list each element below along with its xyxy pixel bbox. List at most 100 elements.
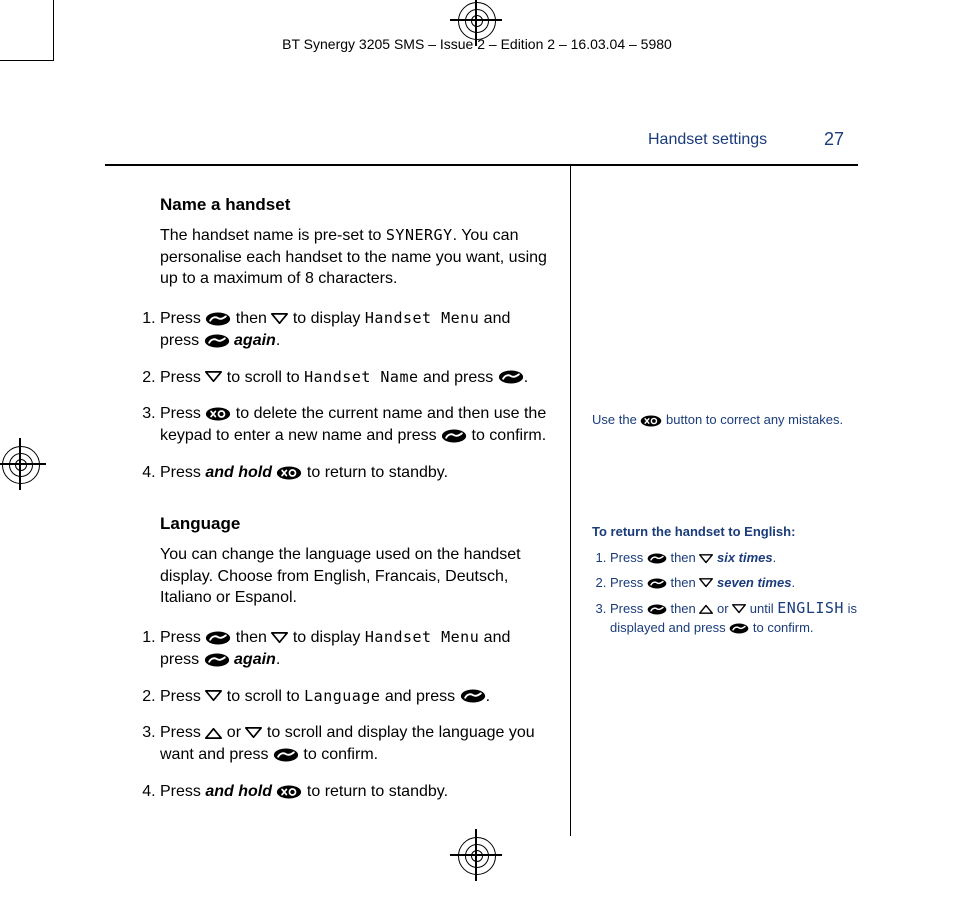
step-2: Press to scroll to Handset Name and pres… — [160, 367, 547, 389]
language-intro: You can change the language used on the … — [160, 544, 547, 609]
ok-phone-icon — [204, 653, 230, 667]
ok-phone-icon — [441, 429, 467, 443]
text: then — [231, 629, 271, 646]
display-text: Handset Menu — [365, 309, 479, 327]
down-arrow-icon — [732, 604, 746, 614]
cancel-phone-icon — [276, 785, 302, 799]
crop-mark — [0, 60, 54, 61]
text-emphasis: and hold — [205, 783, 272, 800]
text: or — [222, 724, 245, 741]
text: The handset name is pre-set to — [160, 227, 386, 244]
main-content: Name a handset The handset name is pre-s… — [132, 195, 547, 825]
text: Press — [610, 601, 647, 616]
side-step-3: Press then or until ENGLISH is displayed… — [610, 598, 882, 637]
text: then — [667, 601, 700, 616]
step-2: Press to scroll to Language and press . — [160, 686, 547, 708]
sidebar-return-steps: Press then six times. Press then seven t… — [592, 549, 882, 637]
step-1: Press then to display Handset Menu and p… — [160, 308, 547, 353]
ok-phone-icon — [647, 578, 667, 589]
text: Press — [160, 783, 205, 800]
crop-mark — [53, 0, 54, 61]
step-3: Press to delete the current name and the… — [160, 403, 547, 448]
text: Press — [610, 575, 647, 590]
text: Press — [610, 550, 647, 565]
cancel-phone-icon — [205, 407, 231, 421]
language-steps: Press then to display Handset Menu and p… — [132, 627, 547, 803]
sidebar-correct-note: Use the button to correct any mistakes. — [592, 411, 882, 429]
down-arrow-icon — [205, 371, 222, 383]
text: to confirm. — [299, 746, 378, 763]
step-4: Press and hold to return to standby. — [160, 462, 547, 484]
name-handset-heading: Name a handset — [160, 195, 547, 215]
text: or — [713, 601, 732, 616]
ok-phone-icon — [460, 689, 486, 703]
column-divider — [570, 164, 571, 836]
text-emphasis: six times — [717, 550, 773, 565]
cancel-phone-icon — [640, 415, 662, 427]
name-handset-steps: Press then to display Handset Menu and p… — [132, 308, 547, 484]
text: Press — [160, 310, 205, 327]
ok-phone-icon — [204, 334, 230, 348]
ok-phone-icon — [205, 312, 231, 326]
sidebar-notes: Use the button to correct any mistakes. … — [592, 398, 882, 643]
section-title: Handset settings — [648, 131, 767, 149]
text: . — [276, 332, 280, 349]
text: . — [791, 575, 795, 590]
text: Press — [160, 405, 205, 422]
text: to scroll to — [222, 688, 304, 705]
text-emphasis: again — [234, 651, 276, 668]
text-emphasis: seven times — [717, 575, 791, 590]
up-arrow-icon — [205, 727, 222, 739]
cancel-phone-icon — [276, 466, 302, 480]
display-text: Language — [304, 687, 380, 705]
side-step-2: Press then seven times. — [610, 574, 882, 592]
ok-phone-icon — [498, 370, 524, 384]
down-arrow-icon — [699, 554, 713, 564]
text: and press — [380, 688, 459, 705]
text: to display — [288, 629, 364, 646]
display-text: Handset Menu — [365, 628, 479, 646]
header-rule — [105, 164, 858, 166]
ok-phone-icon — [647, 604, 667, 615]
step-1: Press then to display Handset Menu and p… — [160, 627, 547, 672]
side-step-1: Press then six times. — [610, 549, 882, 567]
text: then — [231, 310, 271, 327]
display-text: ENGLISH — [777, 599, 844, 617]
down-arrow-icon — [205, 690, 222, 702]
text: to confirm. — [467, 427, 546, 444]
page-number: 27 — [824, 129, 844, 150]
text: . — [773, 550, 777, 565]
text: then — [667, 575, 700, 590]
text: Press — [160, 629, 205, 646]
ok-phone-icon — [205, 631, 231, 645]
step-3: Press or to scroll and display the langu… — [160, 722, 547, 767]
name-handset-intro: The handset name is pre-set to SYNERGY. … — [160, 225, 547, 290]
text: then — [667, 550, 700, 565]
language-heading: Language — [160, 514, 547, 534]
text: to return to standby. — [302, 464, 448, 481]
text: Press — [160, 464, 205, 481]
ok-phone-icon — [273, 748, 299, 762]
display-text: Handset Name — [304, 368, 418, 386]
text: . — [486, 688, 490, 705]
text: to return to standby. — [302, 783, 448, 800]
down-arrow-icon — [699, 578, 713, 588]
registration-target-bottom — [456, 835, 496, 875]
ok-phone-icon — [729, 623, 749, 634]
sidebar-return-title: To return the handset to English: — [592, 523, 882, 541]
step-4: Press and hold to return to standby. — [160, 781, 547, 803]
text: to scroll to — [222, 369, 304, 386]
registration-target-top — [456, 0, 496, 40]
text: and press — [419, 369, 498, 386]
text: button to correct any mistakes. — [662, 412, 843, 427]
down-arrow-icon — [271, 313, 288, 325]
registration-target-left — [0, 444, 40, 484]
text: . — [524, 369, 528, 386]
text: Press — [160, 688, 205, 705]
down-arrow-icon — [271, 632, 288, 644]
text: Press — [160, 724, 205, 741]
text-emphasis: and hold — [205, 464, 272, 481]
text: to confirm. — [749, 620, 813, 635]
text: until — [746, 601, 777, 616]
text: Press — [160, 369, 205, 386]
